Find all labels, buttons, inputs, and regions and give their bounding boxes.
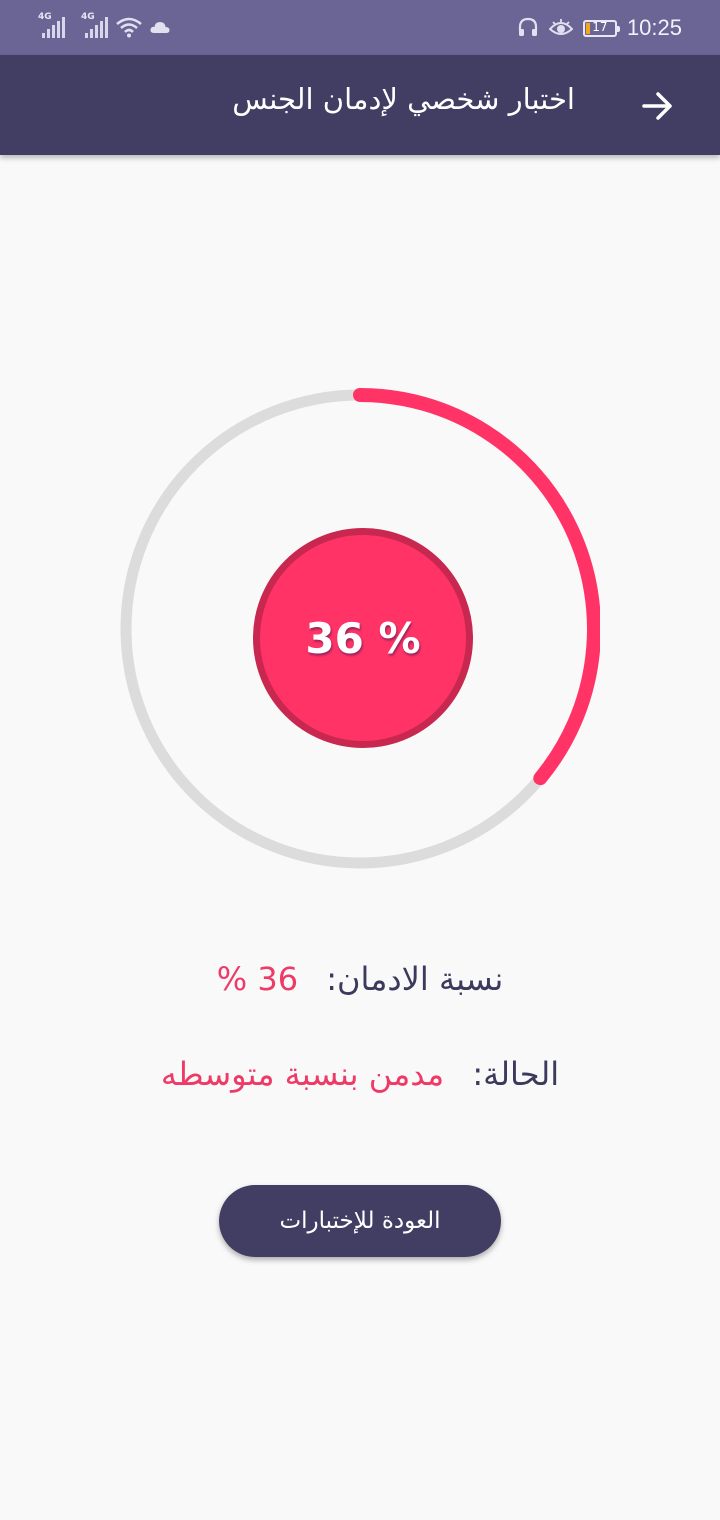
network-type-1: 4G (38, 12, 52, 22)
headset-icon (518, 17, 538, 36)
app-bar: اختبار شخصي لإدمان الجنس (0, 55, 720, 155)
percent-circle: 36 % (253, 528, 473, 748)
signal-icon: 4G (38, 12, 65, 38)
status-value: مدمن بنسبة متوسطه (160, 1055, 445, 1093)
signal-icon: 4G (81, 12, 108, 38)
battery-level: 17 (592, 19, 608, 34)
percent-text: 36 % (305, 613, 421, 663)
status-right-icons: 17 10:25 (517, 10, 682, 46)
clock: 10:25 (626, 15, 682, 40)
back-to-tests-button[interactable]: العودة للإختبارات (219, 1185, 501, 1257)
addiction-row: نسبة الادمان: 36 % (0, 960, 720, 998)
wifi-icon (116, 17, 142, 38)
status-left-icons: 4G 4G (38, 12, 170, 42)
battery-icon: 17 (582, 19, 620, 37)
status-bar: 4G 4G 17 10:25 (0, 0, 720, 55)
network-type-2: 4G (81, 12, 95, 22)
addiction-label: نسبة الادمان: (326, 960, 504, 998)
cloud-icon (150, 22, 170, 33)
addiction-value: 36 % (216, 960, 299, 998)
status-row: الحالة: مدمن بنسبة متوسطه (0, 1055, 720, 1093)
status-label: الحالة: (472, 1055, 560, 1093)
eye-icon (548, 19, 573, 35)
page-title: اختبار شخصي لإدمان الجنس (232, 82, 575, 116)
arrow-right-icon[interactable] (640, 88, 676, 124)
